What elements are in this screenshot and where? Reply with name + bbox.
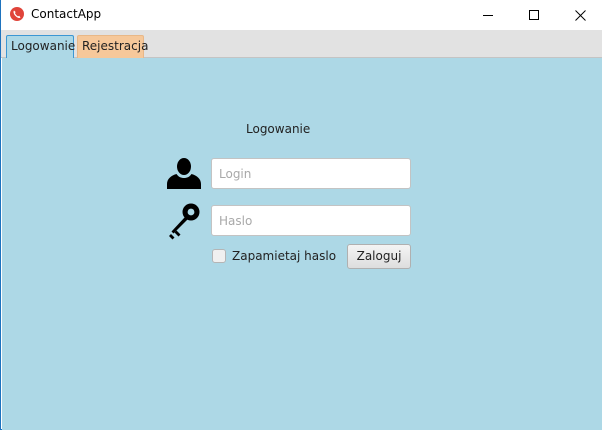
form-title: Logowanie bbox=[246, 122, 311, 136]
minimize-button[interactable] bbox=[465, 0, 511, 30]
login-input[interactable] bbox=[211, 158, 411, 189]
tab-rejestracja[interactable]: Rejestracja bbox=[77, 35, 148, 58]
app-logo-icon bbox=[10, 7, 24, 21]
window-title: ContactApp bbox=[31, 7, 102, 21]
minimize-icon bbox=[483, 15, 493, 16]
maximize-icon bbox=[529, 10, 539, 20]
close-icon bbox=[574, 9, 586, 21]
remember-password-checkbox[interactable] bbox=[212, 249, 226, 263]
key-icon bbox=[169, 203, 200, 240]
login-panel: Logowanie Zapamietaj haslo Zaloguj bbox=[2, 58, 602, 430]
title-bar[interactable]: ContactApp bbox=[1, 0, 602, 30]
close-button[interactable] bbox=[557, 0, 602, 30]
app-window: ContactApp Logowanie Rejestracja Logowan… bbox=[0, 0, 602, 430]
login-button[interactable]: Zaloguj bbox=[347, 244, 411, 269]
tab-logowanie[interactable]: Logowanie bbox=[6, 35, 75, 58]
user-icon bbox=[167, 158, 201, 189]
tab-bar: Logowanie Rejestracja bbox=[1, 30, 602, 58]
remember-password-label[interactable]: Zapamietaj haslo bbox=[232, 249, 336, 263]
maximize-button[interactable] bbox=[511, 0, 557, 30]
password-input[interactable] bbox=[211, 205, 411, 236]
